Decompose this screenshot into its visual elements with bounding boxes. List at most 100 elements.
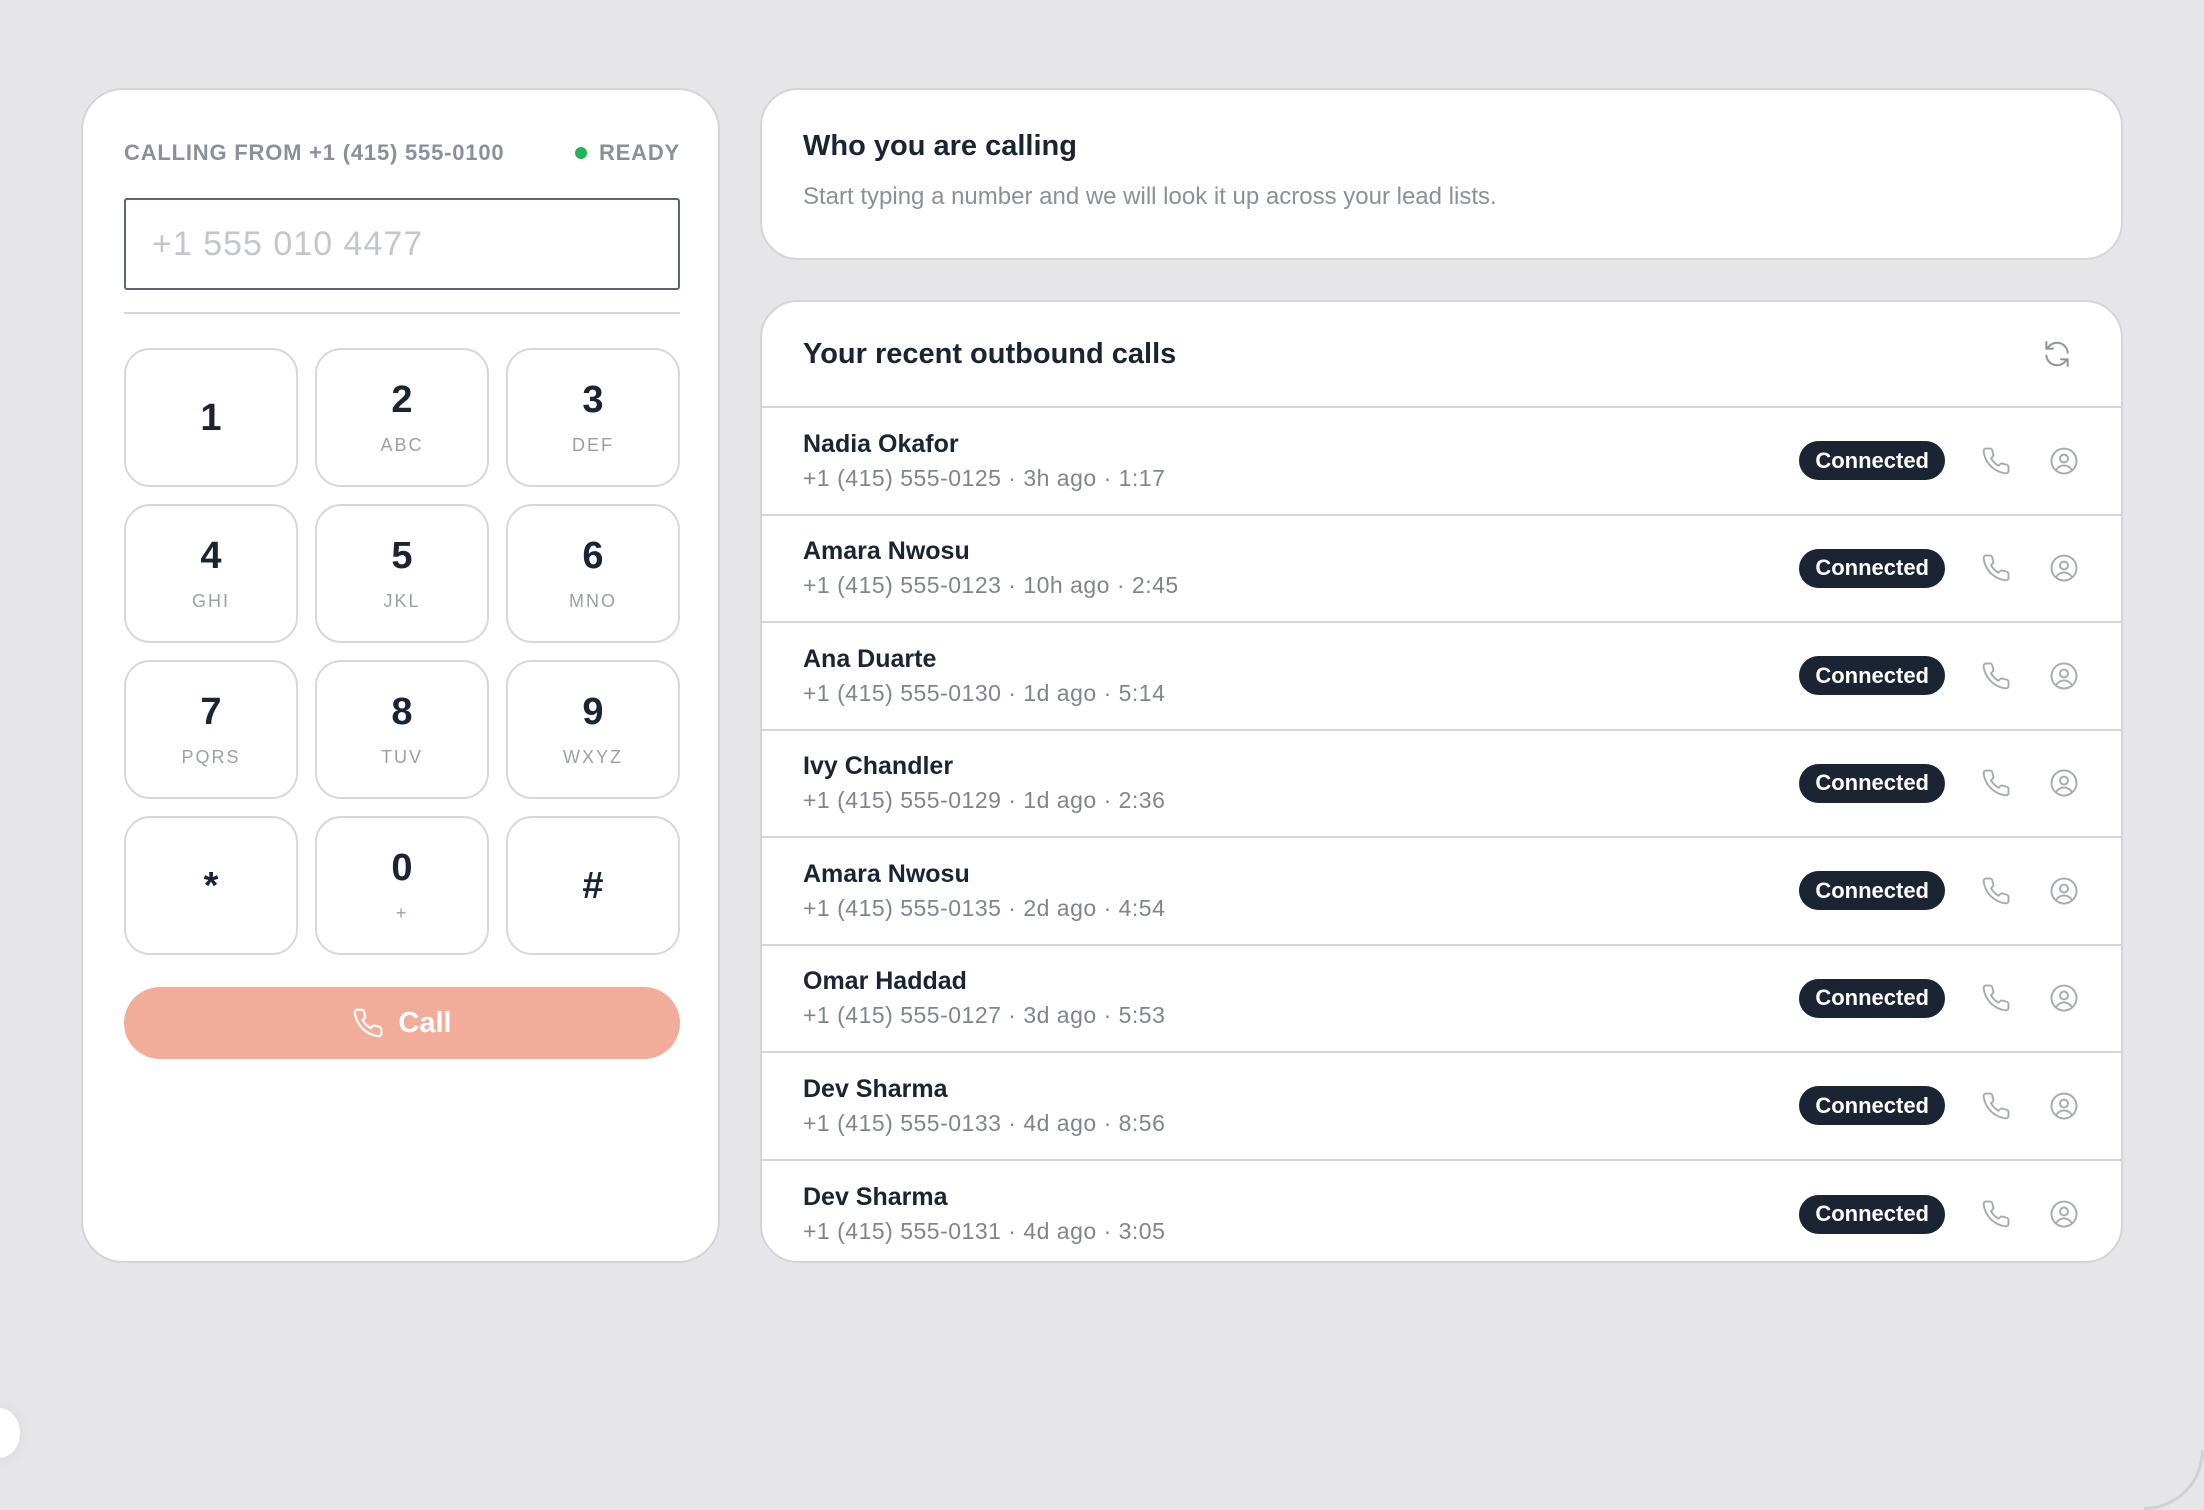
phone-icon[interactable] xyxy=(1979,874,2013,908)
call-row[interactable]: Nadia Okafor +1 (415) 555-0125 · 3h ago ·… xyxy=(762,408,2121,516)
phone-icon[interactable] xyxy=(1979,766,2013,800)
phone-icon[interactable] xyxy=(1979,444,2013,478)
call-details: +1 (415) 555-0129 · 1d ago · 2:36 xyxy=(803,787,1166,814)
call-button-label: Call xyxy=(398,1006,452,1039)
call-actions: Connected xyxy=(1799,1086,2081,1126)
key-2[interactable]: 2 ABC xyxy=(315,348,489,487)
key-5[interactable]: 5 JKL xyxy=(315,504,489,643)
call-info: Ana Duarte +1 (415) 555-0130 · 1d ago · 5… xyxy=(803,645,1165,707)
call-row[interactable]: Amara Nwosu +1 (415) 555-0135 · 2d ago · … xyxy=(762,838,2121,946)
dialer-header: CALLING FROM +1 (415) 555-0100 READY xyxy=(124,135,680,171)
key-digit: 1 xyxy=(200,396,222,439)
phone-icon[interactable] xyxy=(1979,1089,2013,1123)
call-actions: Connected xyxy=(1799,441,2081,481)
contact-name: Ivy Chandler xyxy=(803,752,954,781)
decorative-corner xyxy=(2144,1450,2204,1510)
status-badge: Connected xyxy=(1799,1086,1945,1126)
call-actions: Connected xyxy=(1799,871,2081,911)
contact-name: Dev Sharma xyxy=(803,1074,948,1103)
key-digit: * xyxy=(203,864,219,907)
key-digit: 8 xyxy=(391,691,413,733)
key-hash[interactable]: # xyxy=(506,816,680,955)
status-badge: Connected xyxy=(1799,978,1945,1018)
lookup-panel: Who you are calling Start typing a numbe… xyxy=(760,88,2123,260)
user-icon[interactable] xyxy=(2047,766,2081,800)
contact-name: Ana Duarte xyxy=(803,644,937,673)
call-row[interactable]: Dev Sharma +1 (415) 555-0131 · 4d ago · 3… xyxy=(762,1161,2121,1262)
key-8[interactable]: 8 TUV xyxy=(315,660,489,799)
key-9[interactable]: 9 WXYZ xyxy=(506,660,680,799)
call-button[interactable]: Call xyxy=(124,987,680,1059)
recent-calls-title: Your recent outbound calls xyxy=(803,337,1177,370)
key-digit: 7 xyxy=(200,691,222,733)
contact-name: Omar Haddad xyxy=(803,967,967,996)
key-digit: 6 xyxy=(582,535,604,577)
user-icon[interactable] xyxy=(2047,874,2081,908)
key-letters: MNO xyxy=(569,591,617,611)
phone-icon[interactable] xyxy=(1979,981,2013,1015)
user-icon[interactable] xyxy=(2047,551,2081,585)
recent-calls-header: Your recent outbound calls xyxy=(762,302,2121,408)
phone-icon[interactable] xyxy=(1979,659,2013,693)
status-badge: Connected xyxy=(1799,441,1945,481)
key-digit: # xyxy=(582,864,604,907)
key-digit: 5 xyxy=(391,535,413,577)
key-letters: TUV xyxy=(381,747,423,767)
contact-name: Nadia Okafor xyxy=(803,429,959,458)
call-row[interactable]: Amara Nwosu +1 (415) 555-0123 · 10h ago ·… xyxy=(762,516,2121,623)
call-details: +1 (415) 555-0135 · 2d ago · 4:54 xyxy=(803,894,1166,921)
lookup-title: Who you are calling xyxy=(803,130,1077,162)
phone-icon xyxy=(354,1008,383,1038)
call-info: Dev Sharma +1 (415) 555-0131 · 4d ago · 3… xyxy=(803,1183,1165,1245)
key-0[interactable]: 0 + xyxy=(315,816,489,955)
call-actions: Connected xyxy=(1799,1194,2081,1234)
key-7[interactable]: 7 PQRS xyxy=(124,660,298,799)
key-3[interactable]: 3 DEF xyxy=(506,348,680,487)
key-letters: + xyxy=(395,903,409,923)
call-details: +1 (415) 555-0127 · 3d ago · 5:53 xyxy=(803,1002,1166,1029)
key-6[interactable]: 6 MNO xyxy=(506,504,680,643)
divider xyxy=(124,312,680,314)
call-actions: Connected xyxy=(1799,978,2081,1018)
user-icon[interactable] xyxy=(2047,1089,2081,1123)
key-letters: WXYZ xyxy=(563,747,623,767)
user-icon[interactable] xyxy=(2047,444,2081,478)
key-letters: PQRS xyxy=(181,747,241,767)
recent-calls-panel: Your recent outbound calls Nadia Okafor +… xyxy=(760,300,2123,1263)
call-details: +1 (415) 555-0123 · 10h ago · 2:45 xyxy=(803,572,1179,599)
refresh-icon[interactable] xyxy=(2041,338,2073,370)
user-icon[interactable] xyxy=(2047,1197,2081,1231)
status-badge: Connected xyxy=(1799,656,1945,696)
phone-icon[interactable] xyxy=(1979,551,2013,585)
status-label: READY xyxy=(598,140,680,165)
call-info: Amara Nwosu +1 (415) 555-0135 · 2d ago · … xyxy=(803,860,1165,922)
key-letters: DEF xyxy=(572,435,614,455)
key-digit: 2 xyxy=(391,379,413,421)
contact-name: Amara Nwosu xyxy=(803,859,970,888)
status-dot-icon xyxy=(574,147,587,159)
call-actions: Connected xyxy=(1799,763,2081,803)
user-icon[interactable] xyxy=(2047,981,2081,1015)
call-row[interactable]: Dev Sharma +1 (415) 555-0133 · 4d ago · 8… xyxy=(762,1053,2121,1161)
phone-number-input[interactable] xyxy=(124,198,680,290)
call-info: Omar Haddad +1 (415) 555-0127 · 3d ago · … xyxy=(803,967,1165,1029)
call-details: +1 (415) 555-0131 · 4d ago · 3:05 xyxy=(803,1218,1166,1245)
call-details: +1 (415) 555-0130 · 1d ago · 5:14 xyxy=(803,679,1166,706)
call-row[interactable]: Ana Duarte +1 (415) 555-0130 · 1d ago · 5… xyxy=(762,623,2121,731)
call-row[interactable]: Ivy Chandler +1 (415) 555-0129 · 1d ago ·… xyxy=(762,731,2121,838)
call-row[interactable]: Omar Haddad +1 (415) 555-0127 · 3d ago · … xyxy=(762,946,2121,1053)
key-letters: GHI xyxy=(191,591,230,611)
user-icon[interactable] xyxy=(2047,659,2081,693)
key-star[interactable]: * xyxy=(124,816,298,955)
status-badge: Connected xyxy=(1799,548,1945,588)
key-digit: 3 xyxy=(582,379,604,421)
status-badge: Connected xyxy=(1799,871,1945,911)
call-actions: Connected xyxy=(1799,656,2081,696)
call-details: +1 (415) 555-0125 · 3h ago · 1:17 xyxy=(803,464,1166,491)
key-1[interactable]: 1 xyxy=(124,348,298,487)
keypad: 1 2 ABC 3 DEF 4 GHI 5 JKL 6 MNO 7 PQRS 8… xyxy=(124,348,680,955)
status-indicator: READY xyxy=(574,140,680,166)
call-info: Ivy Chandler +1 (415) 555-0129 · 1d ago ·… xyxy=(803,752,1165,814)
phone-icon[interactable] xyxy=(1979,1197,2013,1231)
key-4[interactable]: 4 GHI xyxy=(124,504,298,643)
